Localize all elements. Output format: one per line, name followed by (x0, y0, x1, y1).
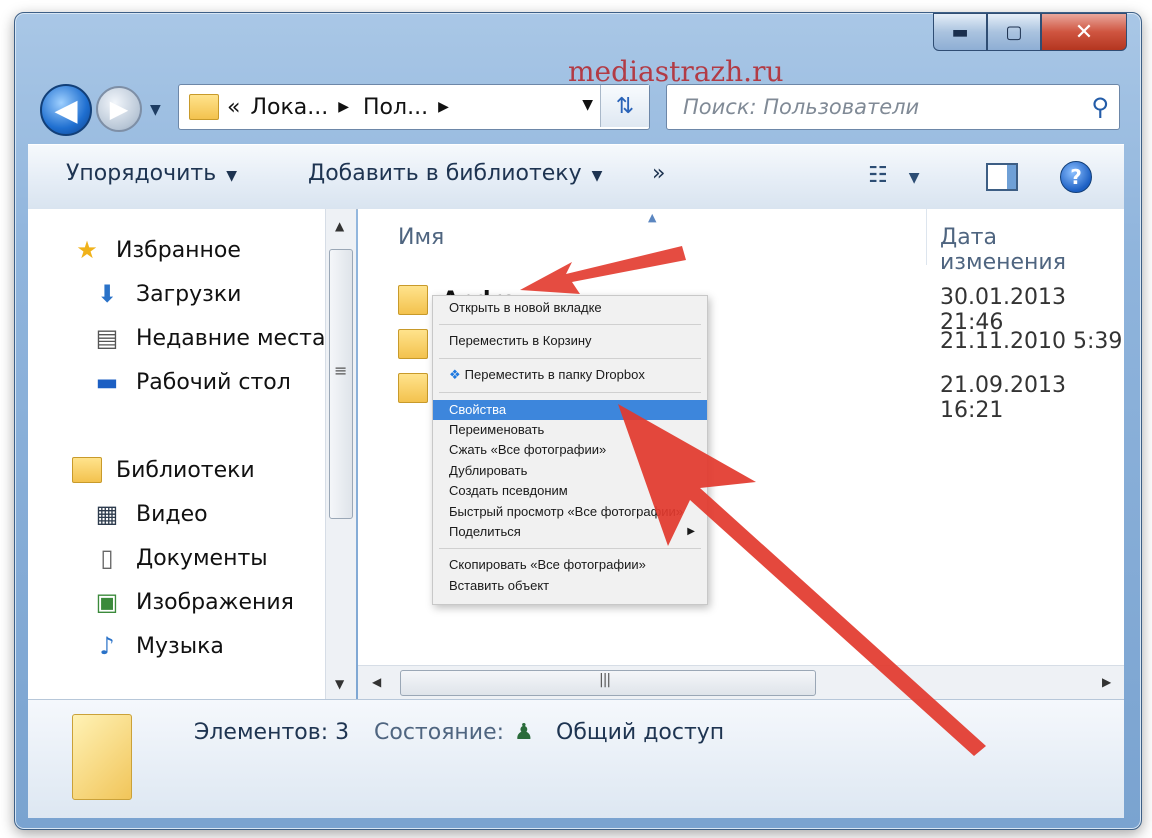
annotation-arrows (520, 246, 986, 756)
annotation-arrow-upper (520, 246, 686, 294)
annotation-arrow-lower (618, 404, 986, 756)
